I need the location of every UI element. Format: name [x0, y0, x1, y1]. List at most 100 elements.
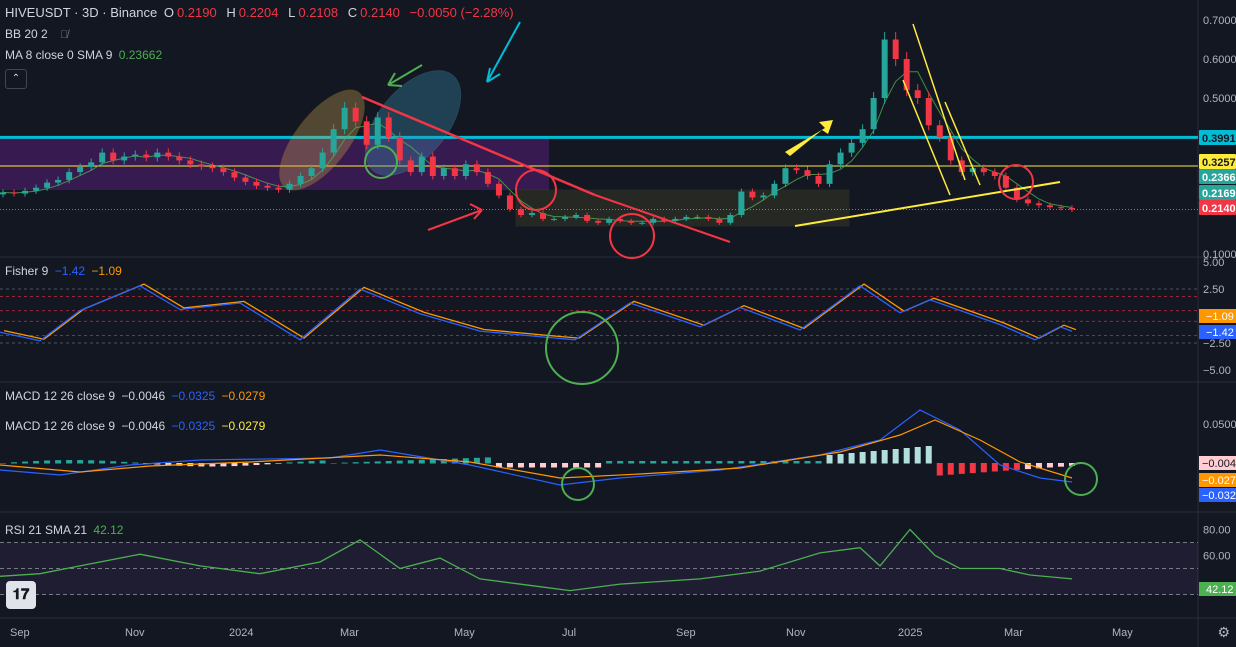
bb-legend[interactable]: BB 20 2 👁̸	[5, 27, 71, 41]
candle-body	[837, 152, 844, 165]
candle-body	[33, 187, 40, 191]
macd-histogram-bar	[33, 460, 40, 464]
eye-hidden-icon[interactable]: 👁̸	[60, 29, 68, 41]
rsi-label: RSI 21 SMA 21	[5, 523, 88, 537]
ma-legend[interactable]: MA 8 close 0 SMA 9 0.23662	[5, 48, 165, 62]
macd-histogram-bar	[407, 460, 414, 464]
macd-axis-tick: 0.0500	[1203, 419, 1236, 431]
candle-body	[220, 168, 227, 173]
candle-body	[66, 172, 73, 180]
price-axis-tick: 0.6000	[1203, 54, 1236, 66]
candle-body	[947, 137, 954, 161]
macd-signal-value: −0.0279	[221, 389, 266, 403]
candle-body	[429, 156, 436, 176]
macd-histogram-bar	[77, 460, 84, 464]
macd-histogram-bar	[815, 461, 822, 464]
macd-histogram-bar	[639, 461, 646, 464]
time-axis-tick: Jul	[562, 627, 576, 639]
macd-histogram-bar	[892, 449, 899, 464]
macd-histogram-bar	[540, 463, 547, 468]
macd-histogram-bar	[738, 461, 745, 464]
candle-body	[143, 154, 150, 158]
candle-body	[44, 182, 51, 188]
macd-histogram-bar	[99, 460, 106, 464]
macd-histogram-bar	[947, 463, 954, 475]
macd-histogram-bar	[242, 463, 249, 466]
macd-histogram-bar	[705, 461, 712, 464]
macd-histogram-bar	[44, 460, 51, 464]
candle-body	[936, 125, 943, 137]
candle-body	[121, 156, 128, 161]
candle-body	[11, 192, 18, 194]
macd-histogram-bar	[396, 460, 403, 464]
candle-body	[308, 168, 315, 176]
macd-histogram-bar	[859, 452, 866, 464]
time-axis-tick: Nov	[786, 627, 806, 639]
price-axis-tick: 0.5000	[1203, 93, 1236, 105]
macd-histogram-bar	[528, 463, 535, 468]
candle-body	[881, 39, 888, 98]
time-axis-tick: Nov	[125, 627, 145, 639]
macd-histogram-bar	[804, 461, 811, 464]
candle-body	[793, 168, 800, 171]
fisher-axis-tick: 5.00	[1203, 257, 1224, 269]
macd-label: MACD 12 26 close 9	[5, 389, 116, 403]
price-label-text: 0.2140	[1202, 203, 1236, 215]
candle-body	[495, 183, 502, 196]
macd-histogram-bar	[506, 463, 513, 468]
macd-histogram-bar	[848, 453, 855, 464]
fisher-axis-tick: −5.00	[1203, 365, 1231, 377]
gear-icon[interactable]: ⚙	[1217, 624, 1230, 641]
candle-body	[517, 209, 524, 215]
macd-histogram-bar	[562, 463, 569, 468]
macd-histogram-bar	[606, 461, 613, 464]
macd-histogram-bar	[418, 459, 425, 464]
macd-histogram-bar	[980, 463, 987, 473]
macd-line-value-2: −0.0325	[171, 419, 216, 433]
collapse-legend-button[interactable]: ⌃	[5, 69, 27, 89]
macd-histogram-bar	[297, 461, 304, 464]
macd-histogram-bar	[595, 463, 602, 468]
macd-legend-2[interactable]: MACD 12 26 close 9 −0.0046 −0.0325 −0.02…	[5, 419, 268, 433]
fisher-value: −1.42	[54, 264, 86, 278]
candle-body	[1002, 176, 1009, 188]
macd-histogram-bar	[275, 463, 282, 464]
candle-body	[88, 162, 95, 168]
candle-body	[253, 181, 260, 186]
macd-legend-1[interactable]: MACD 12 26 close 9 −0.0046 −0.0325 −0.02…	[5, 389, 268, 403]
candle-body	[573, 215, 580, 217]
macd-histogram-bar	[683, 461, 690, 464]
price-axis-tick: 0.7000	[1203, 15, 1236, 27]
rsi-legend[interactable]: RSI 21 SMA 21 42.12	[5, 523, 126, 537]
macd-label-text: −0.0040	[1202, 458, 1236, 470]
macd-histogram-bar	[429, 459, 436, 464]
candle-body	[286, 183, 293, 190]
time-axis-tick: Mar	[340, 627, 359, 639]
candle-body	[738, 191, 745, 215]
macd-histogram-bar	[925, 446, 932, 464]
candle-body	[826, 164, 833, 184]
candle-body	[925, 98, 932, 126]
candle-body	[562, 216, 569, 219]
candle-body	[1024, 199, 1031, 204]
price-label-text: 0.2169	[1202, 188, 1236, 200]
chart-canvas[interactable]: 0.70000.60000.50000.10000.39910.32570.23…	[0, 0, 1236, 647]
candle-body	[0, 192, 6, 195]
macd-histogram-bar	[264, 463, 271, 465]
macd-histogram-bar	[958, 463, 965, 474]
macd-histogram-bar	[584, 463, 591, 468]
fisher-legend[interactable]: Fisher 9 −1.42 −1.09	[5, 264, 125, 278]
candle-body	[848, 142, 855, 153]
time-axis-tick: 2024	[229, 627, 253, 639]
candle-body	[418, 156, 425, 173]
candle-body	[683, 216, 690, 219]
macd-histogram-bar	[881, 450, 888, 464]
candle-body	[55, 179, 62, 183]
candle-body	[749, 191, 756, 198]
ma-value: 0.23662	[118, 48, 163, 62]
macd-histogram-bar	[308, 461, 315, 464]
rsi-value: 42.12	[93, 523, 124, 537]
macd-histogram-bar	[253, 463, 260, 466]
macd-line-value: −0.0325	[171, 389, 216, 403]
candle-body	[242, 177, 249, 182]
